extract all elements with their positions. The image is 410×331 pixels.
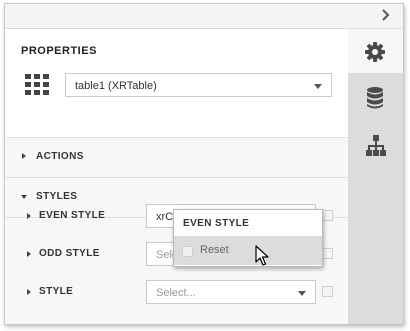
style-row: STYLE Select... — [5, 273, 348, 311]
style-checkbox[interactable] — [322, 286, 333, 297]
properties-title: PROPERTIES — [21, 45, 97, 57]
style-label: STYLE — [39, 286, 74, 297]
chevron-right-icon[interactable] — [379, 8, 393, 22]
even-style-label: EVEN STYLE — [39, 210, 106, 221]
chevron-down-icon — [314, 84, 322, 89]
reset-menu-item[interactable]: Reset — [174, 236, 322, 265]
hierarchy-icon — [365, 135, 387, 162]
popup-title: EVEN STYLE — [183, 218, 250, 229]
tab-properties[interactable] — [348, 29, 403, 73]
component-select[interactable]: table1 (XRTable) — [65, 73, 332, 97]
reset-label: Reset — [200, 244, 229, 256]
style-placeholder: Select... — [156, 287, 196, 299]
odd-style-label: ODD STYLE — [39, 248, 100, 259]
mouse-cursor-icon — [255, 245, 269, 272]
expand-arrow-icon[interactable] — [27, 213, 31, 219]
properties-header: PROPERTIES table1 (XRTable) — [5, 29, 348, 138]
component-select-value: table1 (XRTable) — [75, 80, 157, 92]
right-tab-bar — [348, 29, 403, 324]
section-actions[interactable]: ACTIONS — [5, 137, 348, 178]
properties-content: PROPERTIES table1 (XRTable) ACTIONS STYL… — [5, 29, 348, 324]
properties-panel: PROPERTIES table1 (XRTable) ACTIONS STYL… — [4, 3, 404, 325]
even-style-popup: EVEN STYLE Reset — [173, 209, 323, 267]
expand-arrow-icon[interactable] — [27, 289, 31, 295]
tab-data-source[interactable] — [348, 77, 403, 121]
style-select[interactable]: Select... — [146, 280, 316, 304]
expand-arrow-icon — [22, 153, 26, 159]
grid-icon — [25, 74, 49, 101]
panel-topbar — [5, 4, 403, 29]
reset-checkbox-icon — [182, 246, 193, 257]
database-icon — [367, 87, 383, 114]
gear-icon — [365, 42, 385, 67]
chevron-down-icon — [298, 291, 306, 296]
expand-arrow-icon[interactable] — [27, 251, 31, 257]
odd-style-checkbox[interactable] — [322, 248, 333, 259]
even-style-checkbox[interactable] — [322, 210, 333, 221]
tab-report-explorer[interactable] — [348, 125, 403, 169]
section-actions-label: ACTIONS — [36, 151, 84, 162]
